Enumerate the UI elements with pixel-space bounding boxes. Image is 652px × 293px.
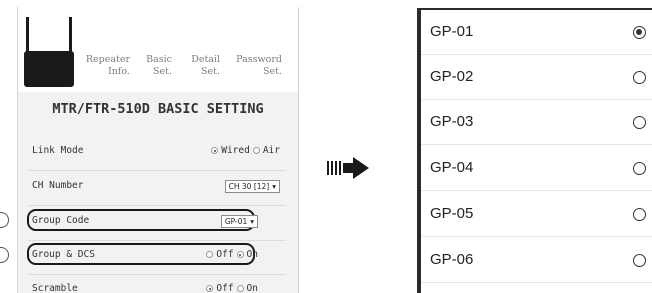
group-dcs-off-label: Off xyxy=(216,249,234,260)
header: Repeater Info. Basic Set. Detail Set. Passw… xyxy=(18,7,298,92)
group-option-gp-04[interactable]: GP-04 xyxy=(421,146,652,191)
group-option-label: GP-01 xyxy=(430,23,474,40)
group-option-label: GP-04 xyxy=(430,159,474,176)
scramble-off-radio[interactable] xyxy=(206,285,214,292)
radio-unselected-icon[interactable] xyxy=(633,71,646,84)
link-mode-row: Link Mode Wired Air xyxy=(26,141,288,163)
scramble-row: Scramble Off On xyxy=(26,279,288,293)
link-mode-air-radio[interactable] xyxy=(252,147,260,154)
arrow-right-icon xyxy=(327,157,369,179)
group-option-gp-01[interactable]: GP-01 xyxy=(421,10,652,55)
group-dcs-on-label: On xyxy=(246,249,258,260)
radio-unselected-icon[interactable] xyxy=(633,254,646,267)
ch-number-value: CH 30 [12] xyxy=(228,182,270,191)
nav-repeater-info[interactable]: Repeater Info. xyxy=(84,54,130,78)
group-dcs-label: Group & DCS xyxy=(32,249,95,260)
scramble-on-radio[interactable] xyxy=(236,285,244,292)
group-option-label: GP-06 xyxy=(430,251,474,268)
divider xyxy=(28,205,286,206)
radio-unselected-icon[interactable] xyxy=(633,208,646,221)
ch-number-label: CH Number xyxy=(32,180,84,191)
group-option-gp-05[interactable]: GP-05 xyxy=(421,192,652,237)
divider xyxy=(28,170,286,171)
divider xyxy=(28,274,286,275)
group-code-value: GP-01 xyxy=(224,217,248,226)
link-mode-label: Link Mode xyxy=(32,145,84,156)
group-option-label: GP-02 xyxy=(430,68,474,85)
group-code-control: GP-01 ▾ xyxy=(220,215,258,228)
router-icon xyxy=(24,17,74,87)
group-option-gp-03[interactable]: GP-03 xyxy=(421,100,652,145)
nav-basic-set[interactable]: Basic Set. xyxy=(142,54,172,78)
radio-unselected-icon[interactable] xyxy=(633,162,646,175)
link-mode-wired-radio[interactable] xyxy=(211,147,219,154)
group-option-label: GP-03 xyxy=(430,113,474,130)
scramble-control: Off On xyxy=(206,283,258,293)
group-option-gp-06[interactable]: GP-06 xyxy=(421,238,652,283)
scramble-label: Scramble xyxy=(32,283,78,293)
settings-panel: Repeater Info. Basic Set. Detail Set. Passw… xyxy=(17,7,299,293)
group-code-select[interactable]: GP-01 ▾ xyxy=(220,215,258,228)
page-title: MTR/FTR-510D BASIC SETTING xyxy=(52,101,264,117)
group-dcs-row: Group & DCS Off On xyxy=(26,245,288,267)
link-mode-air-label: Air xyxy=(262,145,280,156)
group-code-list: GP-01 GP-02 GP-03 GP-04 GP-05 GP-06 xyxy=(417,8,652,293)
link-mode-wired-label: Wired xyxy=(221,145,250,156)
group-code-label: Group Code xyxy=(32,215,90,226)
callout-mark xyxy=(0,247,9,263)
group-code-row: Group Code GP-01 ▾ xyxy=(26,211,288,233)
scramble-off-label: Off xyxy=(216,283,234,293)
group-option-label: GP-05 xyxy=(430,205,474,222)
link-mode-control: Wired Air xyxy=(211,145,280,156)
divider xyxy=(28,240,286,241)
ch-number-row: CH Number CH 30 [12] ▾ xyxy=(26,176,288,198)
callout-mark xyxy=(0,212,9,228)
nav-detail-set[interactable]: Detail Set. xyxy=(186,54,220,78)
scramble-on-label: On xyxy=(246,283,258,293)
ch-number-select[interactable]: CH 30 [12] ▾ xyxy=(224,180,280,193)
nav-password-set[interactable]: Password Set. xyxy=(230,54,282,78)
radio-unselected-icon[interactable] xyxy=(633,116,646,129)
group-dcs-on-radio[interactable] xyxy=(236,251,244,258)
group-dcs-control: Off On xyxy=(206,249,258,260)
ch-number-control: CH 30 [12] ▾ xyxy=(224,180,280,193)
group-option-gp-02[interactable]: GP-02 xyxy=(421,55,652,100)
group-dcs-off-radio[interactable] xyxy=(206,251,214,258)
chevron-down-icon: ▾ xyxy=(250,217,254,226)
radio-selected-icon[interactable] xyxy=(633,26,646,39)
chevron-down-icon: ▾ xyxy=(272,182,276,191)
